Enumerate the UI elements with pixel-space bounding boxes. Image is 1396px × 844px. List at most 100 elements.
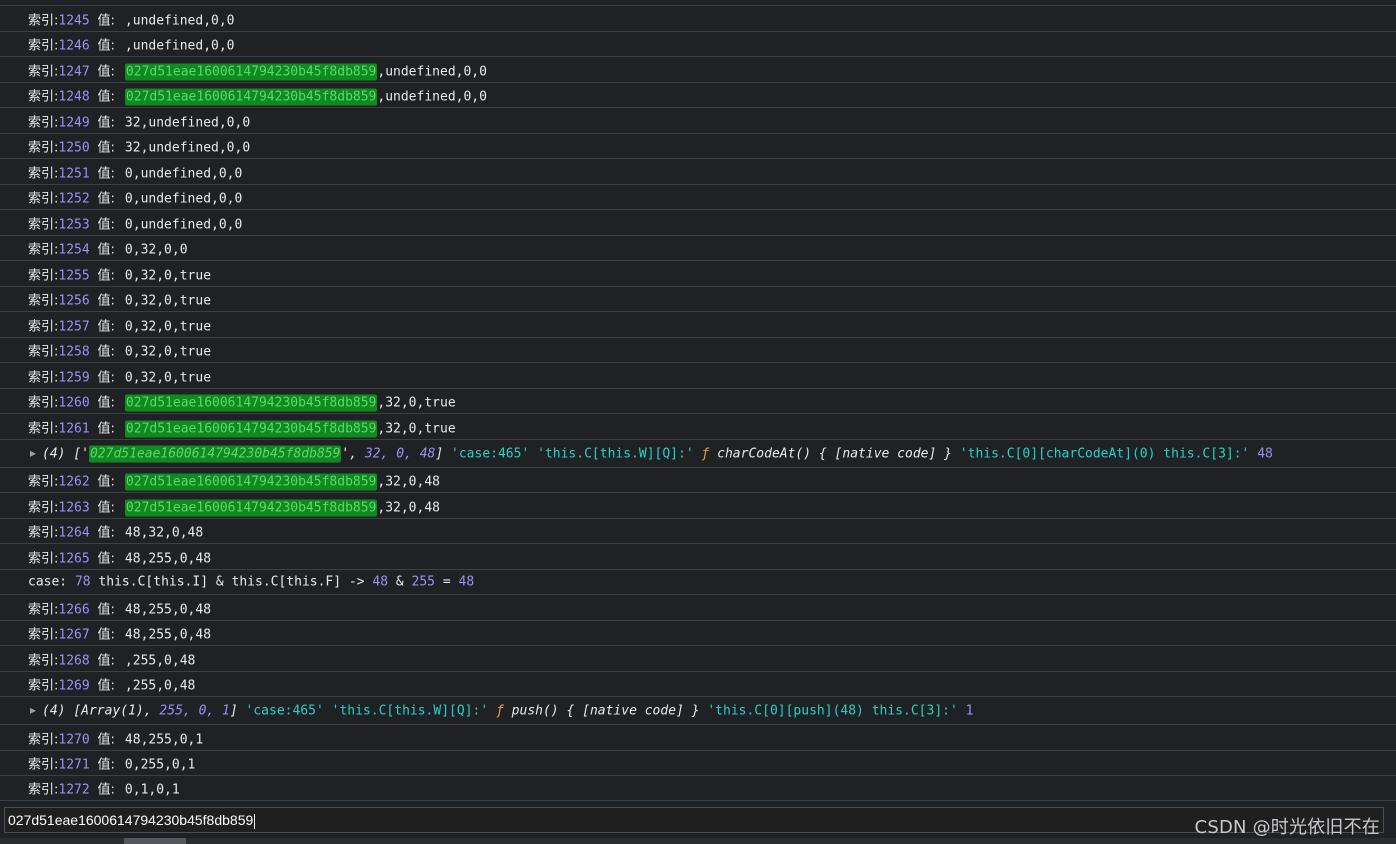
- value-text: ,255,0,48: [124, 678, 196, 694]
- value-label: 值:: [97, 602, 115, 617]
- index-number: 1257: [58, 319, 90, 334]
- value-text: ,undefined,0,0: [377, 89, 487, 105]
- log-row: 索引:1255 值: 0,32,0,true: [0, 261, 1396, 287]
- index-label: 索引:: [28, 370, 59, 385]
- value-text: 0,undefined,0,0: [124, 191, 243, 207]
- index-label: 索引:: [28, 474, 59, 490]
- search-highlight: 027d51eae1600614794230b45f8db859: [124, 420, 378, 437]
- log-row: 索引:1270 值: 48,255,0,1: [0, 725, 1396, 751]
- scrollbar-thumb[interactable]: [124, 838, 186, 844]
- index-label: 索引:: [28, 525, 59, 541]
- index-label: 索引:: [28, 268, 59, 283]
- index-number: 1268: [58, 653, 90, 668]
- function-icon: ƒ: [496, 703, 504, 718]
- index-label: 索引:: [28, 602, 59, 617]
- index-label: 索引:: [28, 757, 59, 773]
- value-text: 0,32,0,true: [124, 344, 212, 360]
- index-label: 索引:: [28, 217, 59, 232]
- case-log-row: case: 78 this.C[this.I] & this.C[this.F]…: [0, 570, 1396, 595]
- value-label: 值:: [97, 627, 115, 643]
- index-label: 索引:: [28, 782, 59, 798]
- value-label: 值:: [97, 525, 115, 541]
- value-text: ,32,0,48: [377, 474, 440, 490]
- value-label: 值:: [97, 268, 115, 283]
- log-row: 索引:1252 值: 0,undefined,0,0: [0, 185, 1396, 210]
- log-row: 索引:1257 值: 0,32,0,true: [0, 312, 1396, 338]
- array-log-row[interactable]: ▶ (4) ['027d51eae1600614794230b45f8db859…: [0, 440, 1396, 468]
- log-row: 索引:1254 值: 0,32,0,0: [0, 236, 1396, 261]
- value-text: ,undefined,0,0: [377, 64, 487, 79]
- number-value: 1: [965, 703, 974, 718]
- console-search-input[interactable]: 027d51eae1600614794230b45f8db859: [4, 807, 1384, 833]
- index-label: 索引:: [28, 732, 59, 747]
- search-highlight: 027d51eae1600614794230b45f8db859: [124, 394, 378, 412]
- value-text: 32,undefined,0,0: [124, 140, 251, 156]
- csdn-watermark: CSDN @时光依旧不在: [1194, 817, 1380, 838]
- index-label: 索引:: [28, 115, 59, 130]
- log-row: 索引:1245 值: ,undefined,0,0: [0, 6, 1396, 32]
- index-label: 索引:: [28, 191, 59, 207]
- expand-triangle-icon[interactable]: ▶: [30, 448, 36, 459]
- index-number: 1269: [58, 678, 90, 694]
- expand-triangle-icon[interactable]: ▶: [30, 705, 36, 716]
- text-caret: [254, 813, 256, 829]
- index-number: 1262: [58, 474, 90, 490]
- value-label: 值:: [97, 500, 115, 515]
- index-number: 1265: [58, 551, 90, 566]
- value-text: 0,undefined,0,0: [124, 217, 243, 232]
- log-row: 索引:1269 值: ,255,0,48: [0, 672, 1396, 697]
- value-text: 48,255,0,48: [124, 627, 212, 643]
- case-label: case:: [28, 574, 68, 590]
- index-number: 1271: [58, 757, 90, 773]
- value-label: 值:: [97, 782, 115, 798]
- string-value: 'case:465': [451, 446, 530, 461]
- log-row: 索引:1268 值: ,255,0,48: [0, 646, 1396, 672]
- value-text: 0,32,0,true: [124, 293, 212, 309]
- index-number: 1250: [58, 140, 90, 156]
- index-number: 1255: [58, 268, 90, 283]
- index-number: 1263: [58, 500, 90, 515]
- value-label: 值:: [97, 551, 115, 566]
- number-value: 255: [411, 574, 436, 590]
- number-value: 48: [372, 574, 389, 590]
- index-number: 1266: [58, 602, 90, 617]
- index-number: 1245: [58, 13, 90, 28]
- index-label: 索引:: [28, 242, 59, 258]
- horizontal-scrollbar[interactable]: [0, 838, 1396, 844]
- value-text: ,undefined,0,0: [124, 13, 235, 28]
- value-text: ,255,0,48: [124, 653, 196, 668]
- array-open: [Array(1),: [73, 703, 152, 718]
- value-label: 值:: [97, 370, 115, 385]
- log-row: 索引:1253 值: 0,undefined,0,0: [0, 210, 1396, 236]
- value-label: 值:: [97, 474, 115, 490]
- index-number: 1248: [58, 89, 90, 105]
- index-number: 1258: [58, 344, 90, 360]
- value-text: 48,255,0,1: [124, 732, 204, 747]
- log-row: 索引:1248 值: 027d51eae1600614794230b45f8db8…: [0, 83, 1396, 108]
- log-row: 索引:1262 值: 027d51eae1600614794230b45f8db8…: [0, 468, 1396, 493]
- index-label: 索引:: [28, 89, 59, 105]
- index-label: 索引:: [28, 653, 59, 668]
- log-row: 索引:1249 值: 32,undefined,0,0: [0, 108, 1396, 134]
- value-text: ,undefined,0,0: [124, 38, 235, 54]
- index-number: 1251: [58, 166, 90, 181]
- array-log-row[interactable]: ▶ (4) [Array(1), 255, 0, 1] 'case:465' '…: [0, 697, 1396, 725]
- value-label: 值:: [97, 653, 115, 668]
- array-count: (4): [42, 703, 66, 718]
- index-number: 1260: [58, 395, 90, 411]
- index-number: 1252: [58, 191, 90, 207]
- string-value: 'this.C[this.W][Q]:': [331, 703, 489, 718]
- value-text: 0,32,0,true: [124, 319, 212, 334]
- value-text: 48,32,0,48: [124, 525, 204, 541]
- index-label: 索引:: [28, 551, 59, 566]
- array-number: 255,: [159, 703, 191, 718]
- value-label: 值:: [97, 395, 115, 411]
- string-value: 'this.C[this.W][Q]:': [537, 446, 694, 461]
- index-number: 1249: [58, 115, 90, 130]
- index-label: 索引:: [28, 421, 59, 436]
- index-label: 索引:: [28, 38, 59, 54]
- function-body: charCodeAt() { [native code] }: [717, 446, 952, 461]
- value-label: 值:: [97, 732, 115, 747]
- case-expression: this.C[this.I] & this.C[this.F] ->: [98, 574, 365, 590]
- log-row: 索引:1271 值: 0,255,0,1: [0, 751, 1396, 776]
